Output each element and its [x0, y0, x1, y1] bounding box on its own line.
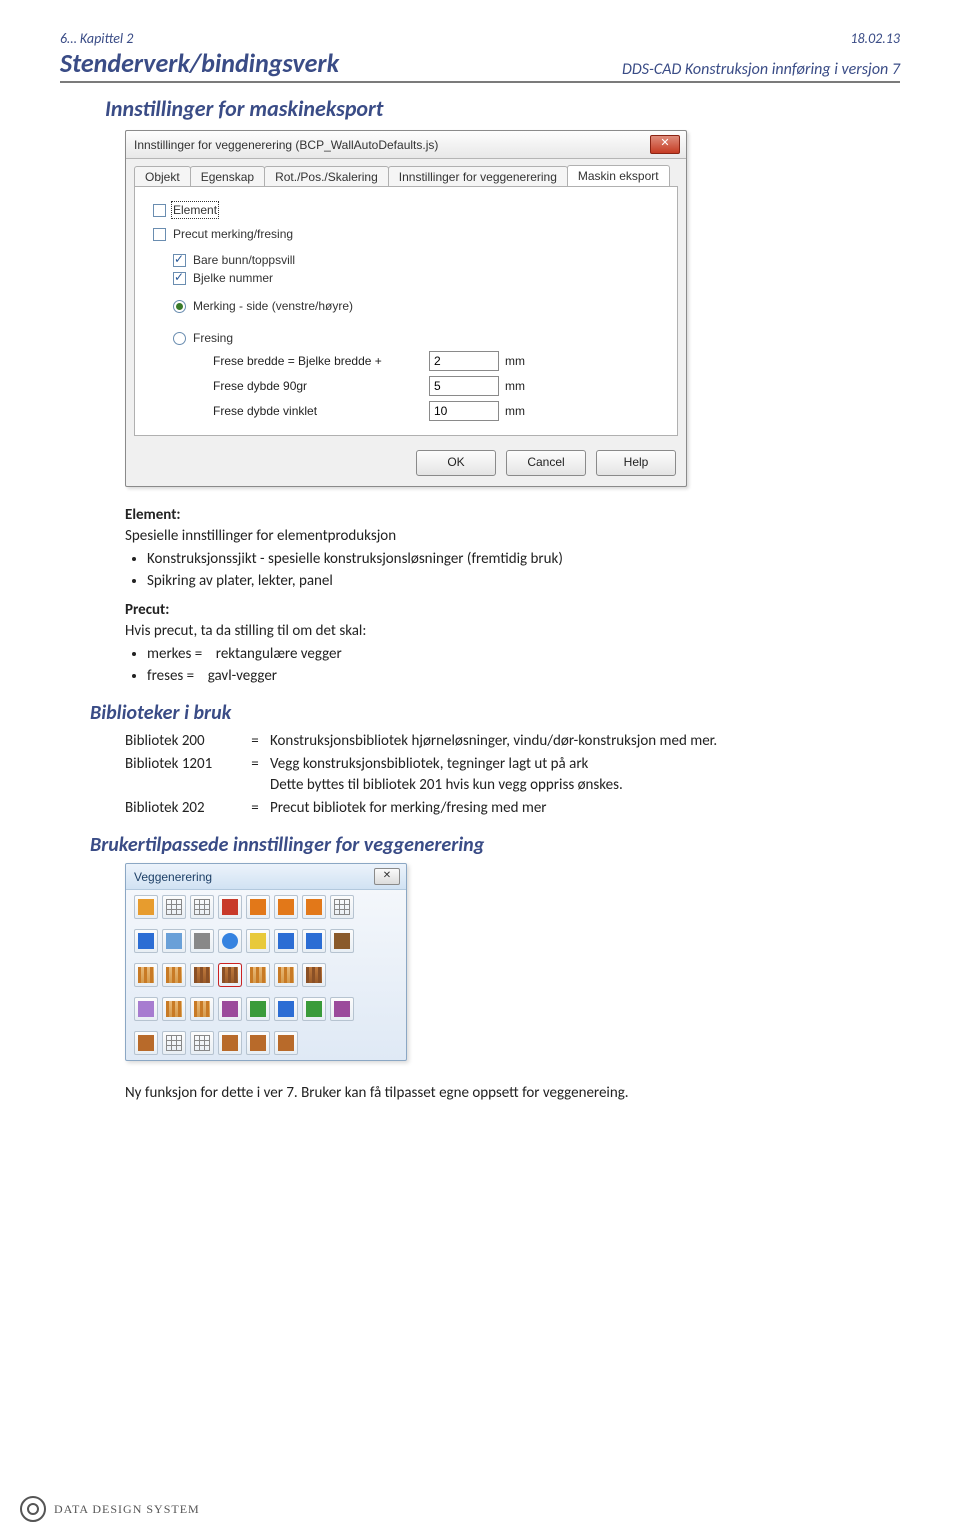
- toolbar-icon-wall-6[interactable]: [274, 963, 298, 987]
- toolbar-icon-wall-2[interactable]: [162, 963, 186, 987]
- toolbar-icon-r1c6[interactable]: [274, 895, 298, 919]
- toolbar-icon-r5c2[interactable]: [162, 1031, 186, 1055]
- frese-dybde-vinklet-unit: mm: [505, 404, 535, 418]
- checkbox-precut-label: Precut merking/fresing: [173, 227, 293, 241]
- close-icon[interactable]: ✕: [374, 868, 400, 885]
- frese-bredde-unit: mm: [505, 354, 535, 368]
- toolbar-icon-r4c3[interactable]: [190, 997, 214, 1021]
- toolbar-icon-r1c5[interactable]: [246, 895, 270, 919]
- checkbox-bjelke-nummer[interactable]: [173, 272, 186, 285]
- dialog-veggenerering-toolbar: Veggenerering ✕: [125, 863, 407, 1061]
- checkbox-precut[interactable]: [153, 228, 166, 241]
- tab-rot-pos-skalering[interactable]: Rot./Pos./Skalering: [264, 166, 389, 187]
- toolbar-icon-r1c1[interactable]: [134, 895, 158, 919]
- precut-item-2: freses = gavl-vegger: [147, 666, 900, 687]
- lib-1201-name: Bibliotek 1201: [125, 754, 240, 796]
- toolbar-icon-r2c6[interactable]: [274, 929, 298, 953]
- frese-bredde-label: Frese bredde = Bjelke bredde +: [213, 354, 423, 368]
- toolbar-icon-r2c1[interactable]: [134, 929, 158, 953]
- chapter-label: 6… Kapittel 2: [60, 30, 133, 47]
- element-heading: Element:: [125, 505, 900, 526]
- checkbox-bjelke-label: Bjelke nummer: [193, 271, 273, 285]
- frese-dybde90-unit: mm: [505, 379, 535, 393]
- tab-maskin-eksport[interactable]: Maskin eksport: [567, 165, 670, 186]
- dialog-title: Innstillinger for veggenerering (BCP_Wal…: [134, 138, 438, 152]
- toolbar-icon-r4c6[interactable]: [274, 997, 298, 1021]
- checkbox-bunn-label: Bare bunn/toppsvill: [193, 253, 295, 267]
- page-title: Stenderverk/bindingsverk: [60, 47, 339, 79]
- radio-fresing-label: Fresing: [193, 331, 233, 345]
- lib-202-eq: =: [246, 798, 264, 819]
- footnote-text: Ny funksjon for dette i ver 7. Bruker ka…: [125, 1083, 825, 1104]
- toolbar-icon-r1c4[interactable]: [218, 895, 242, 919]
- footer-brand: DATA DESIGN SYSTEM: [54, 1502, 200, 1517]
- toolbar-icon-wall-3[interactable]: [190, 963, 214, 987]
- element-bullet-1: Konstruksjonssjikt - spesielle konstruks…: [147, 549, 900, 570]
- toolbar-icon-wall-5[interactable]: [246, 963, 270, 987]
- toolbar-icon-r2c3[interactable]: [190, 929, 214, 953]
- lib-202-desc: Precut bibliotek for merking/fresing med…: [270, 798, 900, 819]
- toolbar-icon-r1c8[interactable]: [330, 895, 354, 919]
- radio-merking-side[interactable]: [173, 300, 186, 313]
- lib-200-desc: Konstruksjonsbibliotek hjørneløsninger, …: [270, 731, 900, 752]
- close-icon[interactable]: ✕: [650, 135, 680, 154]
- toolbar-icon-r2c2[interactable]: [162, 929, 186, 953]
- radio-fresing[interactable]: [173, 332, 186, 345]
- toolbar-icon-r5c1[interactable]: [134, 1031, 158, 1055]
- precut-item-1: merkes = rektangulære vegger: [147, 644, 900, 665]
- toolbar-icon-r5c6[interactable]: [274, 1031, 298, 1055]
- toolbar-icon-r1c7[interactable]: [302, 895, 326, 919]
- frese-dybde90-label: Frese dybde 90gr: [213, 379, 423, 393]
- dialog-veggenerering-innstillinger: Innstillinger for veggenerering (BCP_Wal…: [125, 130, 687, 487]
- checkbox-element-label: Element: [173, 203, 217, 217]
- toolbar-icon-wall-7[interactable]: [302, 963, 326, 987]
- date-label: 18.02.13: [850, 30, 900, 47]
- toolbar-icon-r4c2[interactable]: [162, 997, 186, 1021]
- element-bullet-2: Spikring av plater, lekter, panel: [147, 571, 900, 592]
- frese-dybde90-input[interactable]: [429, 376, 499, 396]
- cancel-button[interactable]: Cancel: [506, 450, 586, 476]
- lib-1201-eq: =: [246, 754, 264, 796]
- toolbar-icon-r2c5[interactable]: [246, 929, 270, 953]
- dds-logo-icon: [20, 1496, 46, 1522]
- toolbar-icon-r4c5[interactable]: [246, 997, 270, 1021]
- toolbar-icon-r1c2[interactable]: [162, 895, 186, 919]
- veggenerering-dialog-title: Veggenerering: [134, 870, 212, 884]
- toolbar-icon-r2c8[interactable]: [330, 929, 354, 953]
- precut-intro: Hvis precut, ta da stilling til om det s…: [125, 621, 900, 642]
- section-maskineksport: Innstillinger for maskineksport: [105, 95, 900, 122]
- toolbar-icon-r5c3[interactable]: [190, 1031, 214, 1055]
- toolbar-icon-r2c4[interactable]: [218, 929, 242, 953]
- page-subtitle: DDS-CAD Konstruksjon innføring i versjon…: [622, 60, 900, 79]
- checkbox-element[interactable]: [153, 204, 166, 217]
- radio-merking-label: Merking - side (venstre/høyre): [193, 299, 353, 313]
- lib-202-name: Bibliotek 202: [125, 798, 240, 819]
- toolbar-icon-r4c4[interactable]: [218, 997, 242, 1021]
- frese-dybde-vinklet-label: Frese dybde vinklet: [213, 404, 423, 418]
- toolbar-icon-r2c7[interactable]: [302, 929, 326, 953]
- checkbox-bunn-toppsvill[interactable]: [173, 254, 186, 267]
- toolbar-icon-wall-1[interactable]: [134, 963, 158, 987]
- help-button[interactable]: Help: [596, 450, 676, 476]
- toolbar-icon-r1c3[interactable]: [190, 895, 214, 919]
- section-biblioteker: Biblioteker i bruk: [90, 701, 900, 725]
- frese-dybde-vinklet-input[interactable]: [429, 401, 499, 421]
- toolbar-icon-r4c8[interactable]: [330, 997, 354, 1021]
- section-brukertilpassede: Brukertilpassede innstillinger for vegge…: [90, 833, 900, 857]
- toolbar-icon-r4c1[interactable]: [134, 997, 158, 1021]
- toolbar-icon-r5c5[interactable]: [246, 1031, 270, 1055]
- lib-200-name: Bibliotek 200: [125, 731, 240, 752]
- frese-bredde-input[interactable]: [429, 351, 499, 371]
- tab-objekt[interactable]: Objekt: [134, 166, 191, 187]
- element-intro: Spesielle innstillinger for elementprodu…: [125, 526, 900, 547]
- toolbar-icon-r4c7[interactable]: [302, 997, 326, 1021]
- tab-innstillinger-veggenerering[interactable]: Innstillinger for veggenerering: [388, 166, 568, 187]
- lib-200-eq: =: [246, 731, 264, 752]
- tab-egenskap[interactable]: Egenskap: [190, 166, 265, 187]
- lib-1201-desc: Vegg konstruksjonsbibliotek, tegninger l…: [270, 754, 900, 796]
- ok-button[interactable]: OK: [416, 450, 496, 476]
- precut-heading: Precut:: [125, 600, 900, 621]
- toolbar-icon-r5c4[interactable]: [218, 1031, 242, 1055]
- toolbar-icon-wall-selected[interactable]: [218, 963, 242, 987]
